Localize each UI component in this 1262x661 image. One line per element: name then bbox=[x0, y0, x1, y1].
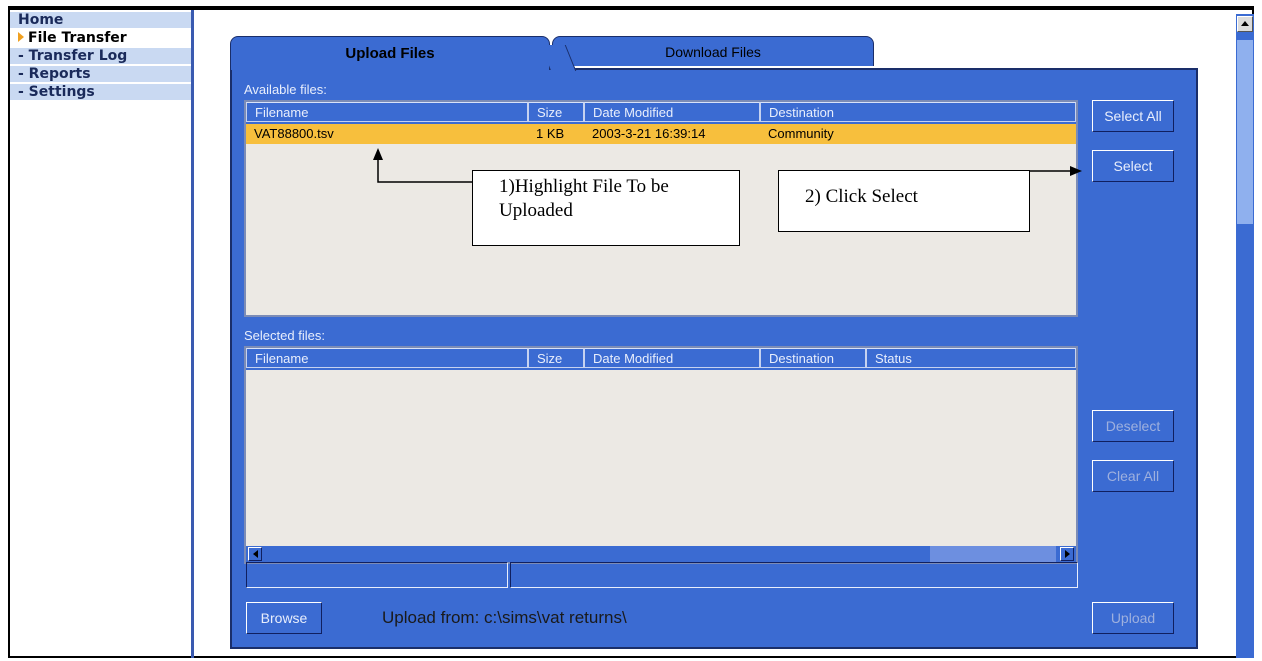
annotation-highlight-file: 1)Highlight File To be Uploaded bbox=[472, 170, 740, 246]
column-header-filename[interactable]: Filename bbox=[246, 348, 528, 368]
status-box-right bbox=[510, 562, 1078, 588]
column-header-date-modified[interactable]: Date Modified bbox=[584, 348, 760, 368]
sidebar-item-transfer-log[interactable]: - Transfer Log bbox=[10, 48, 192, 64]
sidebar-item-label: - Settings bbox=[18, 84, 95, 100]
tab-download-files[interactable]: Download Files bbox=[534, 36, 874, 67]
arrow-up-icon bbox=[1241, 21, 1249, 26]
cell-date-modified: 2003-3-21 16:39:14 bbox=[592, 126, 706, 141]
sidebar-nav: Home File Transfer - Transfer Log - Repo… bbox=[10, 12, 192, 658]
sidebar-item-label: File Transfer bbox=[28, 30, 127, 46]
clear-all-button[interactable]: Clear All bbox=[1092, 460, 1174, 492]
sidebar-divider bbox=[191, 10, 194, 658]
column-header-date-modified[interactable]: Date Modified bbox=[584, 102, 760, 122]
cell-filename: VAT88800.tsv bbox=[254, 126, 334, 141]
sidebar-item-reports[interactable]: - Reports bbox=[10, 66, 192, 82]
arrow-right-icon bbox=[1065, 550, 1070, 558]
tab-label: Upload Files bbox=[345, 45, 435, 62]
available-files-label: Available files: bbox=[244, 82, 327, 97]
annotation-click-select: 2) Click Select bbox=[778, 170, 1030, 232]
status-box-left bbox=[246, 562, 508, 588]
upload-files-panel: Available files: Filename Size Date Modi… bbox=[230, 68, 1198, 649]
cell-size: 1 KB bbox=[536, 126, 565, 141]
table-row[interactable]: VAT88800.tsv 1 KB 2003-3-21 16:39:14 Com… bbox=[246, 124, 1076, 144]
deselect-button[interactable]: Deselect bbox=[1092, 410, 1174, 442]
select-all-button[interactable]: Select All bbox=[1092, 100, 1174, 132]
sidebar-item-home[interactable]: Home bbox=[10, 12, 192, 28]
list-header: Filename Size Date Modified Destination … bbox=[246, 348, 1076, 370]
tab-label: Download Files bbox=[665, 44, 761, 60]
upload-from-path: Upload from: c:\sims\vat returns\ bbox=[382, 608, 627, 627]
upload-button[interactable]: Upload bbox=[1092, 602, 1174, 634]
list-header: Filename Size Date Modified Destination bbox=[246, 102, 1076, 124]
file-transfer-panel: Download Files Upload Files Available fi… bbox=[230, 36, 1198, 649]
sidebar-item-label: Home bbox=[18, 12, 64, 28]
column-header-size[interactable]: Size bbox=[528, 102, 584, 122]
arrow-left-icon bbox=[253, 550, 258, 558]
horizontal-scrollbar[interactable] bbox=[246, 546, 1076, 562]
column-header-status[interactable]: Status bbox=[866, 348, 1076, 368]
tab-upload-files[interactable]: Upload Files bbox=[230, 36, 577, 71]
caret-right-icon bbox=[18, 32, 24, 42]
select-button[interactable]: Select bbox=[1092, 150, 1174, 182]
column-header-filename[interactable]: Filename bbox=[246, 102, 528, 122]
selected-files-label: Selected files: bbox=[244, 328, 325, 343]
scrollbar-thumb[interactable] bbox=[1237, 40, 1253, 224]
sidebar-item-label: - Transfer Log bbox=[18, 48, 128, 64]
scroll-up-button[interactable] bbox=[1237, 16, 1253, 32]
sidebar-item-label: - Reports bbox=[18, 66, 91, 82]
page-vertical-scrollbar[interactable] bbox=[1236, 14, 1254, 658]
scrollbar-thumb[interactable] bbox=[930, 546, 1056, 562]
column-header-size[interactable]: Size bbox=[528, 348, 584, 368]
scroll-left-button[interactable] bbox=[248, 547, 262, 561]
column-header-destination[interactable]: Destination bbox=[760, 102, 1076, 122]
cell-destination: Community bbox=[768, 126, 834, 141]
scroll-right-button[interactable] bbox=[1060, 547, 1074, 561]
sidebar-item-settings[interactable]: - Settings bbox=[10, 84, 192, 100]
browse-button[interactable]: Browse bbox=[246, 602, 322, 634]
sidebar-item-file-transfer[interactable]: File Transfer bbox=[10, 30, 192, 46]
frame-top-border bbox=[8, 6, 1254, 10]
selected-files-list[interactable]: Filename Size Date Modified Destination … bbox=[244, 346, 1078, 564]
column-header-destination[interactable]: Destination bbox=[760, 348, 866, 368]
